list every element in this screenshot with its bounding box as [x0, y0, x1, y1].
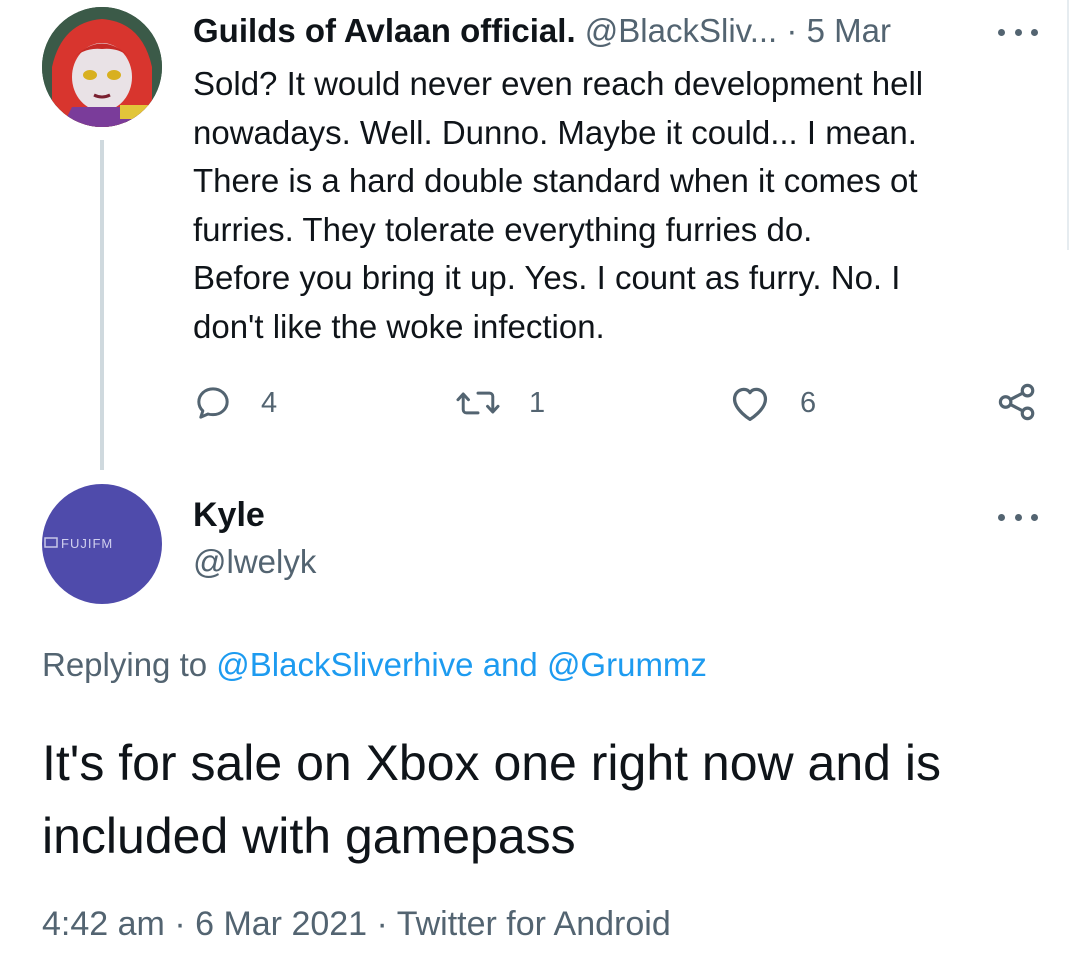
- avatar-image: [42, 7, 162, 127]
- parent-display-name[interactable]: Guilds of Avlaan official.: [193, 12, 576, 49]
- avatar-image: FUJIFM: [44, 536, 113, 551]
- main-handle[interactable]: @lwelyk: [193, 543, 316, 581]
- main-display-name[interactable]: Kyle: [193, 496, 265, 535]
- scrollbar-edge: [1067, 0, 1075, 250]
- share-icon: [998, 383, 1035, 421]
- parent-text-line: nowadays. Well. Dunno. Maybe it could...…: [193, 113, 917, 151]
- like-count: 6: [800, 386, 817, 419]
- tweet-date[interactable]: 6 Mar 2021: [195, 905, 367, 943]
- tweet-metadata: 4:42 am · 6 Mar 2021 · Twitter for Andro…: [42, 905, 671, 944]
- like-icon: [732, 387, 768, 421]
- more-icon[interactable]: [998, 507, 1038, 527]
- parent-tweet-text: Sold? It would never even reach developm…: [193, 60, 1053, 351]
- replying-to-line: Replying to @BlackSliverhive and @Grummz: [42, 646, 707, 684]
- reply-count: 4: [261, 386, 278, 419]
- main-text-line: included with gamepass: [42, 808, 576, 864]
- mention-link[interactable]: @Grummz: [547, 646, 707, 683]
- main-tweet-text: It's for sale on Xbox one right now and …: [42, 727, 1052, 873]
- avatar-kyle[interactable]: FUJIFM: [42, 484, 162, 604]
- parent-text-line: Sold? It would never even reach developm…: [193, 65, 924, 102]
- tweet-time[interactable]: 4:42 am: [42, 905, 165, 943]
- avatar-text: FUJIFM: [61, 536, 113, 551]
- share-button[interactable]: [996, 381, 1038, 428]
- reply-button[interactable]: 4: [193, 383, 277, 423]
- retweet-count: 1: [529, 386, 546, 419]
- meta-separator: ·: [376, 905, 388, 943]
- reply-icon: [197, 387, 229, 419]
- retweet-button[interactable]: 1: [455, 383, 545, 423]
- parent-text-line: furries. They tolerate everything furrie…: [193, 210, 813, 248]
- parent-date[interactable]: 5 Mar: [807, 12, 891, 49]
- parent-tweet-header: Guilds of Avlaan official. @BlackSliv...…: [193, 10, 891, 52]
- replying-and[interactable]: and: [483, 646, 538, 683]
- more-icon[interactable]: [998, 22, 1038, 42]
- replying-prefix: Replying to: [42, 646, 208, 683]
- header-separator: ·: [786, 12, 798, 49]
- thread-connector-line: [100, 140, 104, 470]
- parent-text-line: There is a hard double standard when it …: [193, 162, 918, 199]
- meta-separator: ·: [174, 905, 186, 943]
- tweet-client[interactable]: Twitter for Android: [397, 905, 671, 943]
- parent-handle[interactable]: @BlackSliv...: [585, 12, 777, 49]
- avatar-guilds-of-avlaan[interactable]: [42, 7, 162, 127]
- mention-link[interactable]: @BlackSliverhive: [216, 646, 473, 683]
- main-text-line: It's for sale on Xbox one right now and …: [42, 735, 941, 791]
- parent-text-line: Before you bring it up. Yes. I count as …: [193, 259, 901, 296]
- like-button[interactable]: 6: [728, 383, 816, 423]
- retweet-icon: [456, 391, 500, 415]
- parent-text-line: don't like the woke infection.: [193, 307, 605, 345]
